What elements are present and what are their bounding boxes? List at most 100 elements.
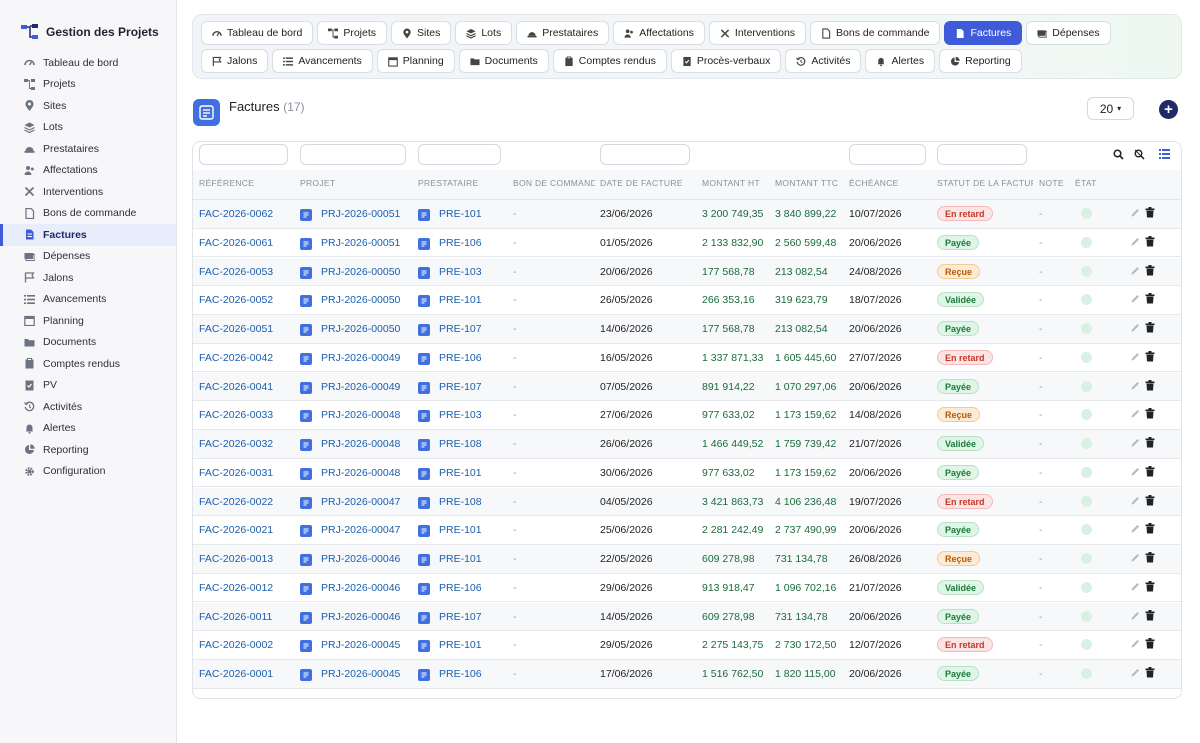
column-header[interactable]: MONTANT HT [702, 178, 760, 188]
tab-sites[interactable]: Sites [391, 21, 452, 45]
provider-link[interactable]: PRE-106 [439, 237, 482, 249]
delete-icon[interactable] [1145, 465, 1155, 480]
delete-icon[interactable] [1145, 609, 1155, 624]
provider-link[interactable]: PRE-107 [439, 381, 482, 393]
table-row[interactable]: FAC-2026-0012 PRJ-2026-00046 PRE-106 - 29/06… [193, 574, 1181, 603]
sidebar-item-jalons[interactable]: Jalons [0, 267, 176, 289]
column-header[interactable]: NOTE [1039, 178, 1064, 188]
column-header[interactable]: MONTANT TTC [775, 178, 838, 188]
tab-documents[interactable]: Documents [458, 49, 549, 73]
table-row[interactable]: FAC-2026-0061 PRJ-2026-00051 PRE-106 - 01/05… [193, 229, 1181, 258]
delete-icon[interactable] [1145, 264, 1155, 279]
per-page-select[interactable]: 20 ▾ [1087, 97, 1134, 120]
tab-d-penses[interactable]: Dépenses [1026, 21, 1111, 45]
table-row[interactable]: FAC-2026-0062 PRJ-2026-00051 PRE-101 - 23/06… [193, 200, 1181, 229]
provider-link[interactable]: PRE-107 [439, 323, 482, 335]
provider-link[interactable]: PRE-101 [439, 208, 482, 220]
delete-icon[interactable] [1145, 235, 1155, 250]
invoice-ref-link[interactable]: FAC-2026-0052 [199, 294, 273, 306]
invoice-ref-link[interactable]: FAC-2026-0053 [199, 266, 273, 278]
table-row[interactable]: FAC-2026-0032 PRJ-2026-00048 PRE-108 - 26/06… [193, 430, 1181, 459]
edit-icon[interactable] [1130, 207, 1141, 221]
sidebar-item-alertes[interactable]: Alertes [0, 418, 176, 440]
sidebar-item-factures[interactable]: Factures [0, 224, 176, 246]
sidebar-item-documents[interactable]: Documents [0, 332, 176, 354]
column-header[interactable]: STATUT DE LA FACTURE [937, 178, 1033, 188]
delete-icon[interactable] [1145, 207, 1155, 221]
delete-icon[interactable] [1145, 523, 1155, 537]
project-link[interactable]: PRJ-2026-00051 [321, 208, 400, 220]
edit-icon[interactable] [1130, 466, 1141, 480]
delete-icon[interactable] [1145, 322, 1155, 336]
sidebar-item-affectations[interactable]: Affectations [0, 160, 176, 182]
invoice-ref-link[interactable]: FAC-2026-0032 [199, 438, 273, 450]
column-header[interactable]: DATE DE FACTURE [600, 178, 683, 188]
invoice-ref-link[interactable]: FAC-2026-0022 [199, 496, 273, 508]
delete-icon[interactable] [1145, 437, 1155, 451]
column-header[interactable]: ÉTAT [1075, 178, 1097, 188]
tab-factures[interactable]: Factures [944, 21, 1023, 45]
filter-statut-input[interactable] [937, 144, 1027, 165]
invoice-ref-link[interactable]: FAC-2026-0062 [199, 208, 273, 220]
invoice-ref-link[interactable]: FAC-2026-0041 [199, 381, 273, 393]
edit-icon[interactable] [1130, 265, 1141, 279]
project-link[interactable]: PRJ-2026-00049 [321, 381, 400, 393]
sidebar-item-avancements[interactable]: Avancements [0, 289, 176, 311]
tab-jalons[interactable]: Jalons [201, 49, 269, 73]
tab-tableau-de-bord[interactable]: Tableau de bord [201, 21, 314, 45]
tab-reporting[interactable]: Reporting [939, 49, 1022, 73]
filter-echeance-input[interactable] [849, 144, 926, 165]
project-link[interactable]: PRJ-2026-00046 [321, 611, 400, 623]
filter-reference-input[interactable] [199, 144, 288, 165]
table-row[interactable]: FAC-2026-0053 PRJ-2026-00050 PRE-103 - 20/06… [193, 257, 1181, 287]
invoice-ref-link[interactable]: FAC-2026-0021 [199, 524, 273, 536]
provider-link[interactable]: PRE-107 [439, 611, 482, 623]
delete-icon[interactable] [1145, 552, 1155, 566]
edit-icon[interactable] [1130, 552, 1141, 566]
edit-icon[interactable] [1130, 293, 1141, 307]
invoice-ref-link[interactable]: FAC-2026-0001 [199, 668, 273, 680]
project-link[interactable]: PRJ-2026-00047 [321, 524, 400, 536]
tab-projets[interactable]: Projets [317, 21, 387, 45]
invoice-ref-link[interactable]: FAC-2026-0011 [199, 611, 272, 623]
provider-link[interactable]: PRE-101 [439, 524, 482, 536]
table-row[interactable]: FAC-2026-0013 PRJ-2026-00046 PRE-101 - 22/05… [193, 545, 1181, 574]
provider-link[interactable]: PRE-108 [439, 496, 482, 508]
tab-activit-s[interactable]: Activités [785, 49, 862, 73]
edit-icon[interactable] [1130, 351, 1141, 365]
edit-icon[interactable] [1130, 380, 1141, 394]
delete-icon[interactable] [1145, 350, 1155, 365]
edit-icon[interactable] [1130, 581, 1141, 595]
provider-link[interactable]: PRE-101 [439, 553, 482, 565]
edit-icon[interactable] [1130, 667, 1141, 681]
edit-icon[interactable] [1130, 523, 1141, 537]
provider-link[interactable]: PRE-103 [439, 266, 482, 278]
invoice-ref-link[interactable]: FAC-2026-0061 [199, 237, 273, 249]
invoice-ref-link[interactable]: FAC-2026-0012 [199, 582, 273, 594]
table-row[interactable]: FAC-2026-0033 PRJ-2026-00048 PRE-103 - 27/06… [193, 401, 1181, 430]
table-row[interactable]: FAC-2026-0002 PRJ-2026-00045 PRE-101 - 29/05… [193, 631, 1181, 660]
tab-comptes-rendus[interactable]: Comptes rendus [552, 49, 667, 73]
add-invoice-button[interactable]: + [1159, 100, 1178, 119]
tab-bons-de-commande[interactable]: Bons de commande [810, 21, 941, 45]
invoice-ref-link[interactable]: FAC-2026-0031 [199, 467, 273, 479]
tab-affectations[interactable]: Affectations [613, 21, 705, 45]
table-row[interactable]: FAC-2026-0041 PRJ-2026-00049 PRE-107 - 07/05… [193, 372, 1181, 402]
delete-icon[interactable] [1145, 667, 1155, 681]
edit-icon[interactable] [1130, 610, 1141, 624]
sidebar-item-tableau-de-bord[interactable]: Tableau de bord [0, 52, 176, 74]
invoice-ref-link[interactable]: FAC-2026-0002 [199, 639, 273, 651]
table-row[interactable]: FAC-2026-0052 PRJ-2026-00050 PRE-101 - 26/05… [193, 286, 1181, 315]
provider-link[interactable]: PRE-103 [439, 409, 482, 421]
invoice-ref-link[interactable]: FAC-2026-0051 [199, 323, 273, 335]
table-row[interactable]: FAC-2026-0021 PRJ-2026-00047 PRE-101 - 25/06… [193, 516, 1181, 545]
table-row[interactable]: FAC-2026-0001 PRJ-2026-00045 PRE-106 - 17/06… [193, 660, 1181, 689]
edit-icon[interactable] [1130, 322, 1141, 336]
project-link[interactable]: PRJ-2026-00048 [321, 409, 400, 421]
table-row[interactable]: FAC-2026-0051 PRJ-2026-00050 PRE-107 - 14/06… [193, 315, 1181, 344]
tab-alertes[interactable]: Alertes [865, 49, 936, 73]
search-icon[interactable] [1112, 148, 1124, 160]
project-link[interactable]: PRJ-2026-00048 [321, 438, 400, 450]
table-row[interactable]: FAC-2026-0022 PRJ-2026-00047 PRE-108 - 04/05… [193, 487, 1181, 517]
sidebar-item-comptes-rendus[interactable]: Comptes rendus [0, 353, 176, 375]
